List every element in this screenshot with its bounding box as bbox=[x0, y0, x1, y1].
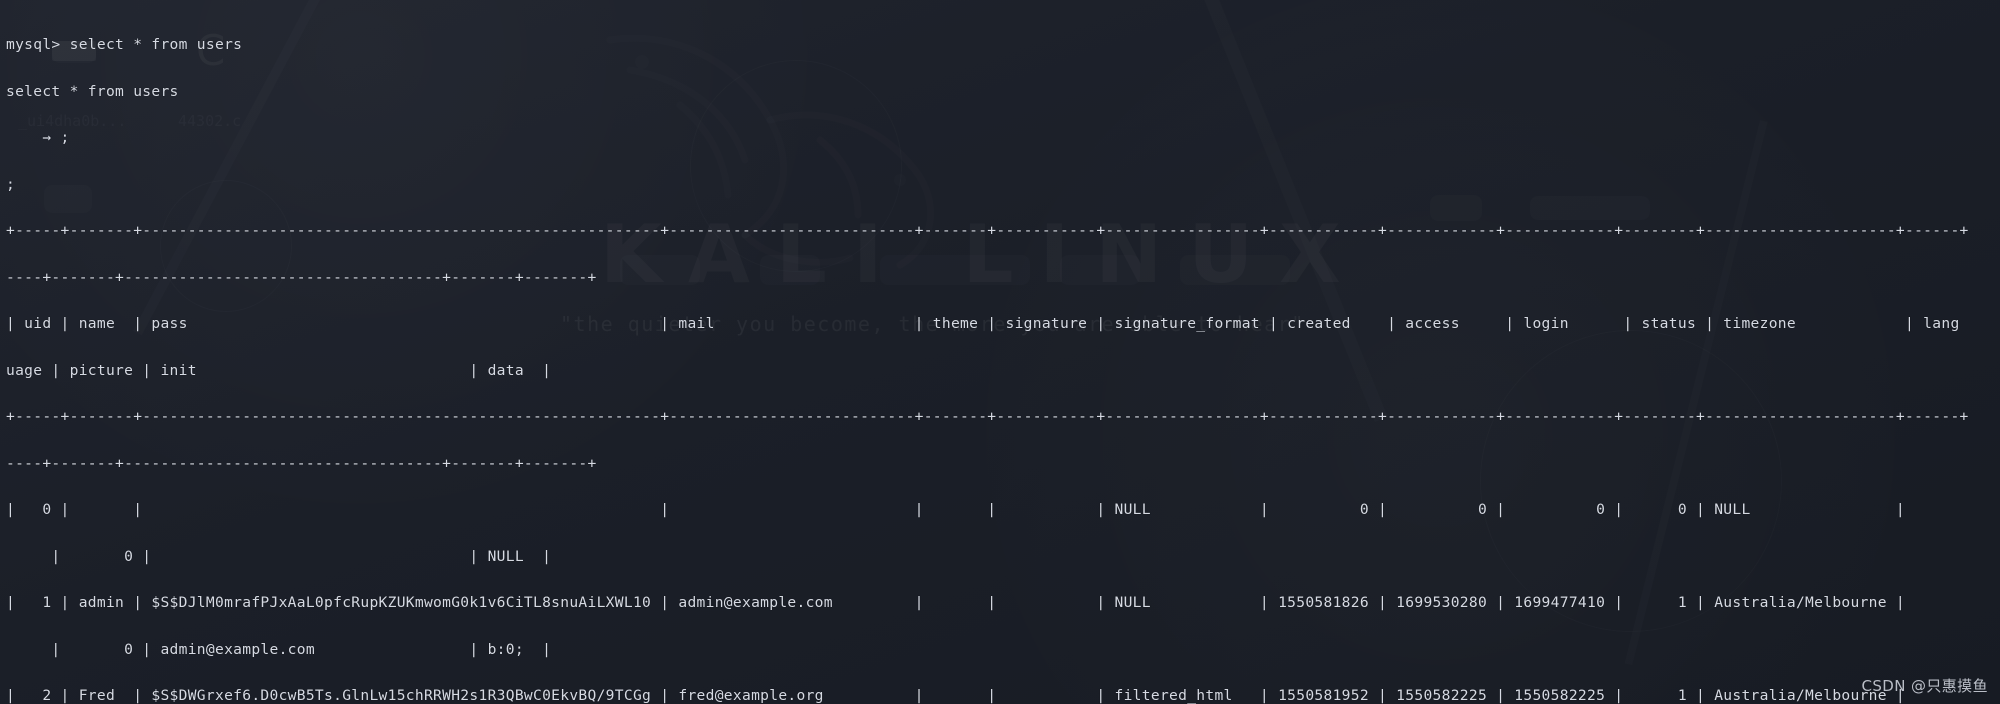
terminal-line: +-----+-------+-------------------------… bbox=[6, 222, 1969, 239]
terminal-line: uage | picture | init | data | bbox=[6, 361, 552, 379]
terminal-line: | uid | name | pass | mail | theme | sig… bbox=[6, 315, 1960, 332]
terminal-line: → ; bbox=[6, 129, 70, 146]
terminal-window[interactable]: KALI LINUX "the quieter you become, the … bbox=[0, 0, 2000, 704]
terminal-line: | 0 | | | | | | NULL | 0 | 0 | 0 | 0 | N… bbox=[6, 501, 1951, 518]
csdn-credit-watermark: CSDN @只惠摸鱼 bbox=[1861, 677, 1988, 695]
terminal-line: mysql> select * from users bbox=[6, 36, 243, 53]
terminal-line: ; bbox=[6, 175, 16, 193]
terminal-line: select * from users bbox=[6, 82, 179, 100]
terminal-line: | 2 | Fred | $S$DWGrxef6.D0cwB5Ts.GlnLw1… bbox=[6, 687, 1951, 704]
terminal-line: +-----+-------+-------------------------… bbox=[6, 408, 1969, 425]
terminal-output[interactable]: mysql> select * from users select * from… bbox=[6, 6, 2000, 704]
terminal-line: ----+-------+---------------------------… bbox=[6, 454, 597, 472]
terminal-line: ----+-------+---------------------------… bbox=[6, 268, 597, 286]
terminal-line: | 0 | admin@example.com | b:0; | bbox=[6, 640, 552, 658]
terminal-line: | 0 | | NULL | bbox=[6, 547, 552, 565]
terminal-line: | 1 | admin | $S$DJlM0mrafPJxAaL0pfcRupK… bbox=[6, 594, 1951, 611]
